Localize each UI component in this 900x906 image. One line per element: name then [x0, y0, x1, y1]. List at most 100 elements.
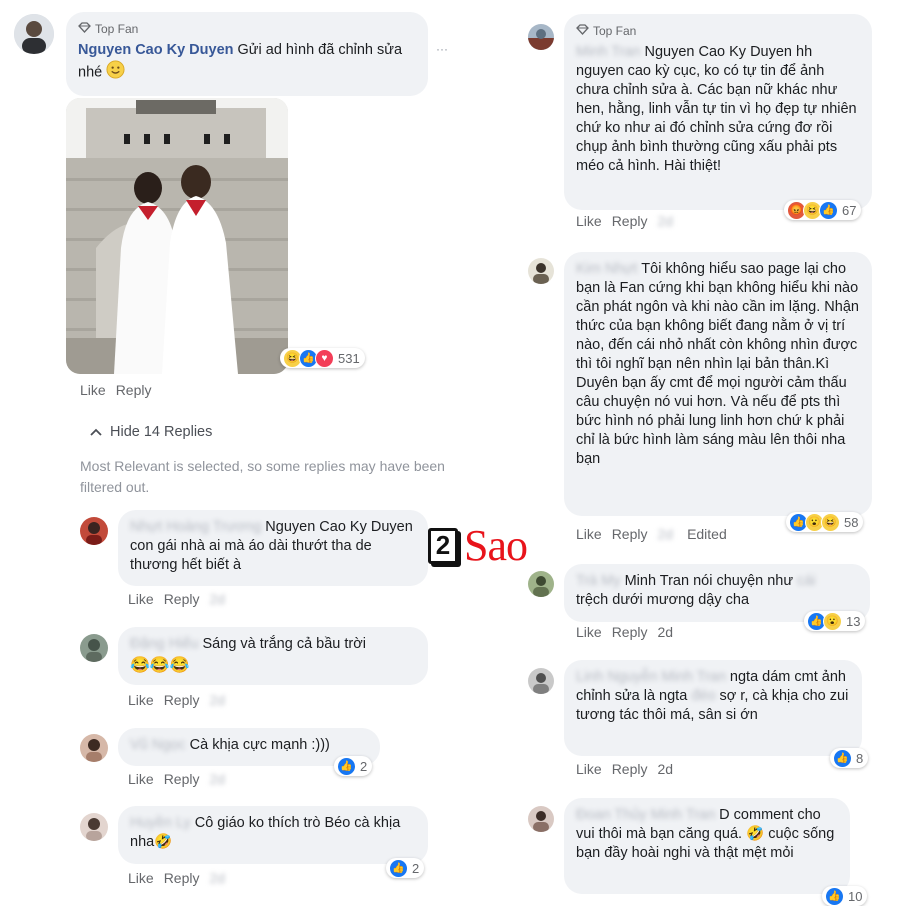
like-button[interactable]: Like	[576, 624, 602, 640]
avatar[interactable]	[528, 668, 554, 694]
avatar-image	[14, 14, 54, 54]
comment-time: 2d	[657, 526, 674, 542]
comment-actions: Like Reply	[80, 382, 151, 398]
reply-author[interactable]: Đặng Hiếu	[130, 635, 199, 654]
reply-button[interactable]: Reply	[612, 761, 648, 777]
photo-reactions[interactable]: 😆 👍 ♥ 531	[280, 348, 365, 368]
avatar[interactable]	[528, 571, 554, 597]
reply-time: 2d	[209, 771, 226, 787]
comment-author[interactable]: Nguyen Cao Ky Duyen	[78, 42, 234, 58]
like-icon: 👍	[825, 886, 844, 906]
comment-body: Minh Tran nói chuyện như	[624, 573, 794, 589]
reply-button[interactable]: Reply	[116, 382, 152, 398]
avatar[interactable]	[528, 258, 554, 284]
reply-reactions[interactable]: 👍 2	[334, 756, 373, 776]
comment-reactions[interactable]: 😡 😆 👍 67	[784, 200, 862, 220]
reply-actions: Like Reply 2d	[128, 591, 229, 607]
avatar[interactable]	[528, 806, 554, 832]
reply-button[interactable]: Reply	[612, 213, 648, 229]
comment-reactions[interactable]: 👍 8	[830, 748, 869, 768]
diamond-icon	[576, 22, 589, 41]
reply-actions: Like Reply 2d	[128, 870, 229, 886]
reply-reactions[interactable]: 👍 2	[386, 858, 425, 878]
top-fan-badge: Top Fan	[78, 20, 416, 39]
reply-text: Sáng và trắng cả bầu trời	[202, 636, 366, 652]
comment-bubble: Top Fan Nguyen Cao Ky Duyen Gửi ad hình …	[66, 12, 428, 96]
badge-label: Top Fan	[593, 24, 637, 38]
like-icon: 👍	[389, 858, 408, 878]
avatar[interactable]	[80, 813, 108, 841]
reaction-count: 58	[844, 514, 859, 530]
like-button[interactable]: Like	[128, 870, 154, 886]
chevron-up-icon	[90, 424, 102, 440]
reply-author[interactable]: Huyền Ly	[130, 814, 191, 833]
like-button[interactable]: Like	[576, 526, 602, 542]
like-button[interactable]: Like	[128, 771, 154, 787]
like-icon: 👍	[833, 748, 852, 768]
reaction-count: 8	[856, 750, 864, 766]
comment-author[interactable]: Kim Nhựt	[576, 260, 637, 279]
reaction-count: 2	[360, 758, 368, 774]
like-button[interactable]: Like	[576, 761, 602, 777]
2sao-watermark: 2 Sao	[428, 520, 528, 571]
comment-reactions[interactable]: 👍 😮 😆 58	[786, 512, 864, 532]
filter-notice: Most Relevant is selected, so some repli…	[80, 458, 445, 495]
comment-body-continued: trệch dưới mương dậy cha	[576, 592, 750, 608]
reply-button[interactable]: Reply	[164, 870, 200, 886]
like-button[interactable]: Like	[128, 692, 154, 708]
comment-reactions[interactable]: 👍 10	[822, 886, 868, 906]
reply-button[interactable]: Reply	[164, 771, 200, 787]
comment-bubble: Linh Nguyễn Minh Tran ngta dám cmt ảnh ch…	[564, 660, 862, 756]
like-icon: 👍	[337, 756, 356, 776]
comment-actions: Like Reply 2d Edited	[576, 526, 727, 542]
reply-actions: Like Reply 2d	[128, 771, 229, 787]
photo-image	[66, 98, 288, 374]
diamond-icon	[78, 20, 91, 39]
reply-button[interactable]: Reply	[612, 526, 648, 542]
reply-author[interactable]: Nhựt Hoàng Trương	[130, 518, 261, 537]
comment-reactions[interactable]: 👍 😮 13	[804, 611, 866, 631]
reply-bubble: Huyền Ly Cô giáo ko thích trò Béo cà khịa…	[118, 806, 428, 864]
censored-word: đéo	[691, 688, 716, 704]
reply-button[interactable]: Reply	[612, 624, 648, 640]
avatar[interactable]	[528, 24, 554, 50]
avatar[interactable]	[80, 634, 108, 662]
comment-actions: Like Reply 2d	[576, 213, 677, 229]
laughing-emojis: 😂😂😂	[130, 657, 190, 674]
badge-label: Top Fan	[95, 22, 139, 36]
comment-actions: Like Reply 2d	[576, 761, 673, 777]
avatar[interactable]	[80, 734, 108, 762]
like-button[interactable]: Like	[80, 382, 106, 398]
comment-author[interactable]: Đoan Thủy Minh Tran	[576, 806, 715, 825]
comment-author[interactable]: Minh Tran	[576, 43, 640, 62]
top-fan-badge: Top Fan	[576, 22, 860, 41]
comment-bubble: Top Fan Minh Tran Nguyen Cao Ky Duyen hh …	[564, 14, 872, 210]
comment-bubble: Kim Nhựt Tôi không hiểu sao page lại cho …	[564, 252, 872, 516]
comment-body: Tôi không hiểu sao page lại cho bạn là F…	[576, 261, 859, 467]
reply-author[interactable]: Vũ Ngọc	[130, 736, 186, 755]
comment-photo[interactable]	[66, 98, 288, 374]
edited-label[interactable]: Edited	[687, 526, 727, 542]
reaction-count: 531	[338, 350, 360, 366]
comment-author[interactable]: Linh Nguyễn Minh Tran	[576, 668, 726, 687]
wow-icon: 😮	[823, 611, 842, 631]
like-icon: 👍	[819, 200, 838, 220]
like-button[interactable]: Like	[128, 591, 154, 607]
reaction-count: 2	[412, 860, 420, 876]
censored-word: cái	[797, 573, 816, 589]
reply-button[interactable]: Reply	[164, 591, 200, 607]
hide-replies-button[interactable]: Hide 14 Replies	[90, 424, 212, 440]
comment-time: 2d	[657, 761, 674, 777]
comment-actions: Like Reply 2d	[576, 624, 673, 640]
reaction-count: 10	[848, 888, 863, 904]
like-button[interactable]: Like	[576, 213, 602, 229]
comment-author[interactable]: Trà My	[576, 572, 621, 591]
reply-button[interactable]: Reply	[164, 692, 200, 708]
avatar[interactable]	[14, 14, 54, 54]
logo-digit: 2	[435, 530, 451, 560]
rofl-emoji: 🤣	[154, 834, 173, 850]
reply-bubble: Đặng Hiếu Sáng và trắng cả bầu trời 😂😂😂	[118, 627, 428, 685]
reply-time: 2d	[209, 692, 226, 708]
avatar[interactable]	[80, 517, 108, 545]
more-options-icon[interactable]: ···	[436, 42, 448, 56]
